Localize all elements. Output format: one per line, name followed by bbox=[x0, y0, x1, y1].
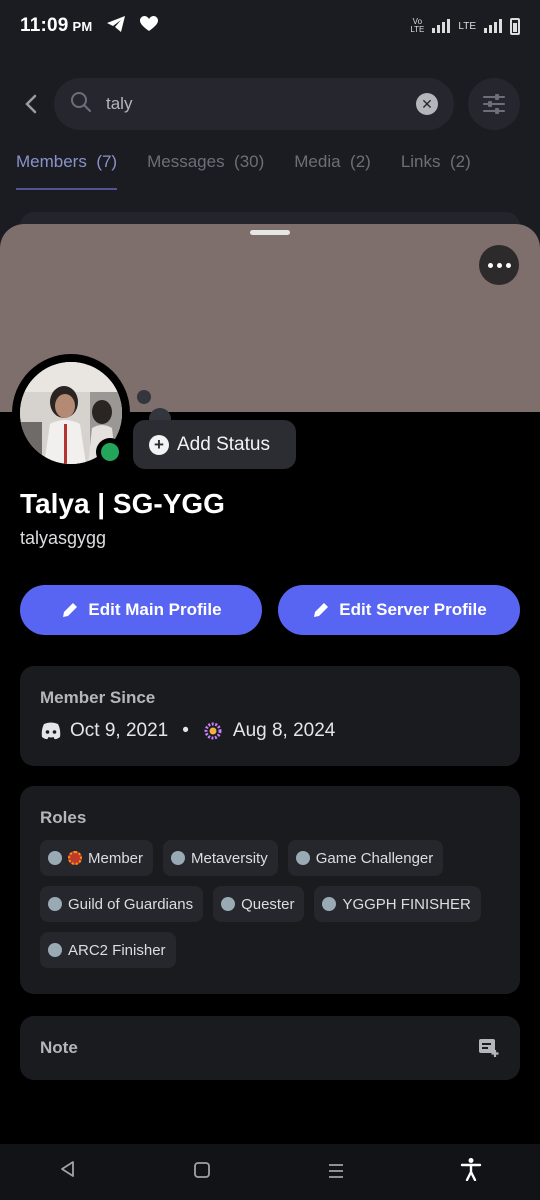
role-label: ARC2 Finisher bbox=[68, 941, 166, 959]
signal-icon-2 bbox=[484, 19, 502, 33]
search-row: ✕ bbox=[0, 78, 540, 130]
server-join-date: Aug 8, 2024 bbox=[232, 720, 336, 741]
pencil-icon bbox=[63, 603, 78, 617]
tab-media[interactable]: Media (2) bbox=[294, 140, 371, 190]
edit-server-profile-button[interactable]: Edit Server Profile bbox=[278, 585, 520, 635]
role-color-dot bbox=[221, 897, 236, 911]
sheet-drag-handle[interactable] bbox=[250, 230, 290, 235]
profile-sheet: + Add Status Talya | SG-YGG talyasgygg E… bbox=[0, 224, 540, 1200]
display-name: Talya | SG-YGG bbox=[20, 488, 225, 519]
thought-bubble-small bbox=[137, 390, 151, 404]
username: talyasgygg bbox=[20, 528, 107, 548]
accessibility-icon[interactable] bbox=[460, 1157, 482, 1187]
clock: 11:09 PM bbox=[20, 15, 93, 36]
more-options-button[interactable] bbox=[479, 245, 519, 285]
role-label: Metaversity bbox=[191, 849, 268, 867]
clear-search-button[interactable]: ✕ bbox=[416, 93, 438, 115]
role-color-dot bbox=[48, 851, 62, 865]
member-since-row: Oct 9, 2021 • Aug 8, 2024 bbox=[40, 720, 500, 742]
role-chip[interactable]: Metaversity bbox=[163, 840, 278, 876]
heart-icon bbox=[140, 15, 159, 37]
role-label: Game Challenger bbox=[315, 849, 434, 867]
date-separator: • bbox=[182, 720, 189, 741]
discord-icon bbox=[41, 722, 61, 740]
nav-back-icon[interactable] bbox=[58, 1159, 78, 1185]
search-icon bbox=[70, 91, 92, 118]
roles-card: Roles Member Metaversity Game Challenger… bbox=[20, 786, 520, 994]
role-chip[interactable]: ARC2 Finisher bbox=[40, 932, 176, 968]
note-card[interactable]: Note bbox=[20, 1016, 520, 1080]
tab-members[interactable]: Members (7) bbox=[16, 140, 118, 190]
role-color-dot bbox=[295, 851, 310, 865]
member-since-card: Member Since Oct 9, 2021 • Aug 8, 2024 bbox=[20, 666, 520, 766]
filter-button[interactable] bbox=[468, 78, 520, 130]
edit-main-profile-label: Edit Main Profile bbox=[88, 600, 222, 619]
edit-main-profile-button[interactable]: Edit Main Profile bbox=[20, 585, 262, 635]
tab-messages[interactable]: Messages (30) bbox=[147, 140, 264, 190]
add-status-button[interactable]: + Add Status bbox=[133, 420, 296, 469]
pencil-icon bbox=[314, 603, 329, 617]
role-label: YGGPH FINISHER bbox=[342, 895, 471, 913]
roles-title: Roles bbox=[40, 808, 87, 827]
add-note-icon[interactable] bbox=[478, 1038, 500, 1058]
status-bar: 11:09 PM Vo LTE LTE bbox=[0, 0, 540, 52]
signal-icon bbox=[432, 19, 451, 33]
roles-list: Member Metaversity Game Challenger Guild… bbox=[40, 840, 500, 968]
discord-join-date: Oct 9, 2021 bbox=[70, 720, 169, 741]
search-tabs: Members (7) Messages (30) Media (2) Link… bbox=[0, 140, 540, 192]
member-since-title: Member Since bbox=[40, 688, 156, 707]
system-nav-bar bbox=[0, 1144, 540, 1200]
role-label: Guild of Guardians bbox=[68, 895, 194, 913]
add-status-label: Add Status bbox=[177, 433, 270, 455]
role-chip[interactable]: Member bbox=[40, 840, 154, 876]
chevron-left-icon bbox=[25, 94, 37, 114]
role-badge-icon bbox=[68, 851, 82, 865]
note-title: Note bbox=[40, 1038, 78, 1057]
volte-icon: Vo LTE bbox=[410, 17, 425, 34]
role-chip[interactable]: YGGPH FINISHER bbox=[314, 886, 481, 922]
tab-links[interactable]: Links (2) bbox=[401, 140, 471, 190]
close-icon: ✕ bbox=[421, 95, 433, 112]
role-label: Quester bbox=[241, 895, 295, 913]
more-dots-icon bbox=[487, 262, 511, 268]
role-chip[interactable]: Game Challenger bbox=[287, 840, 444, 876]
role-color-dot bbox=[48, 943, 62, 957]
sliders-icon bbox=[483, 94, 505, 114]
nav-recents-icon[interactable] bbox=[327, 1159, 345, 1185]
search-input[interactable] bbox=[106, 94, 416, 114]
server-icon bbox=[204, 722, 222, 740]
nav-home-icon[interactable] bbox=[193, 1159, 211, 1185]
role-color-dot bbox=[48, 897, 62, 911]
role-color-dot bbox=[171, 851, 186, 865]
lte-label: LTE bbox=[458, 20, 476, 32]
role-color-dot bbox=[322, 897, 337, 911]
role-chip[interactable]: Quester bbox=[213, 886, 305, 922]
online-status-indicator bbox=[96, 438, 124, 466]
battery-icon bbox=[510, 17, 520, 35]
back-button[interactable] bbox=[18, 90, 46, 118]
role-chip[interactable]: Guild of Guardians bbox=[40, 886, 204, 922]
role-label: Member bbox=[88, 849, 144, 867]
edit-server-profile-label: Edit Server Profile bbox=[339, 600, 487, 619]
plus-circle-icon: + bbox=[149, 434, 169, 455]
search-bar: ✕ bbox=[54, 78, 454, 130]
telegram-icon bbox=[106, 15, 126, 38]
